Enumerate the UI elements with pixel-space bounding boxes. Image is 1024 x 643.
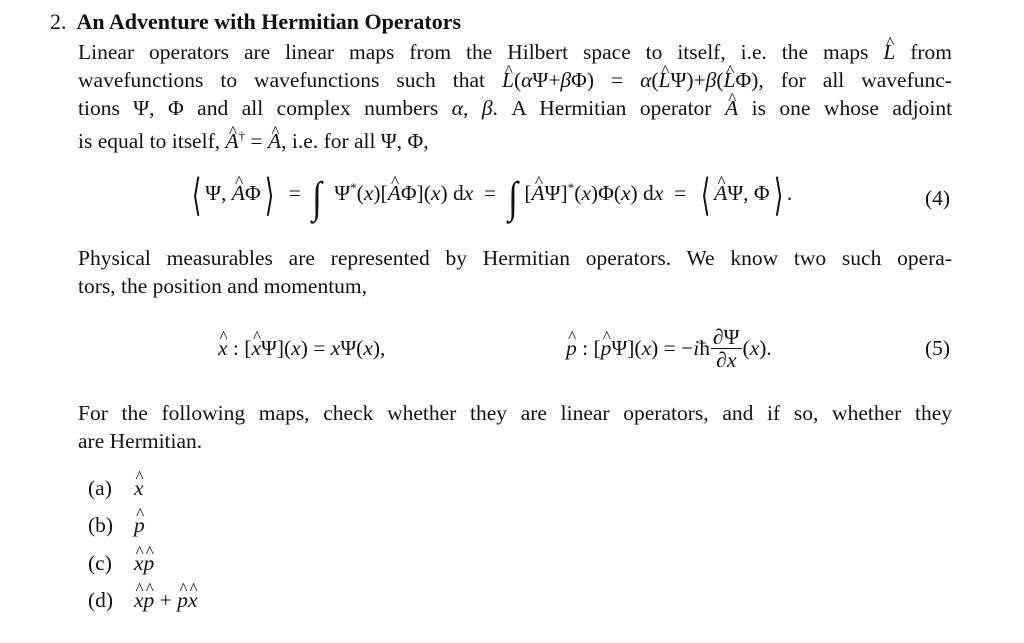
math-L-hat: L — [883, 40, 895, 64]
list-item-b: (b) p — [88, 513, 145, 538]
intro-paragraph: Linear operators are linear maps from th… — [78, 38, 952, 155]
item-expr-xp-plus-px: xp + px — [134, 588, 197, 612]
item-label: (c) — [88, 551, 112, 575]
equals-sign: = — [283, 181, 307, 205]
math-adjoint: A† = A — [226, 128, 282, 153]
left-angle-bracket: ⟨ — [191, 171, 202, 220]
measurables-line-2: tors, the position and momentum, — [78, 274, 368, 298]
measurables-line-1: Physical measurables are represented by … — [78, 246, 952, 270]
intro-line-1-tail: from — [910, 40, 953, 64]
eq4-term-3: [AΨ]*(x)Φ(x) dx — [524, 180, 663, 205]
right-angle-bracket: ⟩ — [264, 171, 274, 220]
intro-line-3-head: tions Ψ, Φ and all complex numbers — [78, 96, 439, 120]
intro-line-4: is equal to itself, A† = A, i.e. for all… — [78, 122, 952, 155]
item-label: (d) — [88, 588, 114, 612]
equation-5-momentum: p : [pΨ](x) = −iħ∂Ψ∂x(x). — [566, 326, 772, 371]
intro-line-4-head: is equal to itself, — [78, 129, 221, 154]
left-angle-bracket: ⟨ — [700, 171, 711, 220]
problem-number: 2. — [50, 9, 67, 34]
list-item-d: (d) xp + px — [88, 588, 197, 613]
equals-sign: = — [478, 181, 502, 205]
task-paragraph: For the following maps, check whether th… — [78, 399, 952, 455]
math-alpha-beta: α, β — [451, 96, 493, 120]
intro-line-1-text: Linear operators are linear maps from th… — [78, 40, 869, 64]
problem-heading: 2. An Adventure with Hermitian Operators — [50, 9, 461, 35]
problem-title: An Adventure with Hermitian Operators — [76, 9, 462, 34]
intro-line-3: tions Ψ, Φ and all complex numbers α, β.… — [78, 94, 952, 122]
item-expr-xp: xp — [134, 551, 154, 575]
intro-line-2: wavefunctions to wavefunctions such that… — [78, 66, 952, 94]
equation-4-tag: (4) — [925, 186, 951, 210]
intro-line-4-tail: , i.e. for all Ψ, Φ, — [281, 129, 429, 154]
intro-line-2-head: wavefunctions to wavefunctions such that — [78, 68, 485, 92]
equation-5-tag: (5) — [925, 336, 951, 360]
intro-line-2-tail: , for all wavefunc- — [758, 68, 952, 92]
list-item-c: (c) xp — [88, 551, 154, 576]
equation-5-position: x : [xΨ](x) = xΨ(x), — [218, 336, 385, 361]
integral-sign: ∫ — [508, 173, 518, 222]
eq4-term-1: Ψ, AΦ — [205, 181, 260, 205]
math-linearity: L(αΨ+βΦ) = α(LΨ)+β(LΦ) — [502, 68, 758, 92]
measurables-paragraph: Physical measurables are represented by … — [78, 244, 952, 300]
item-label: (a) — [88, 476, 112, 500]
item-expr-x-hat: x — [134, 476, 144, 500]
item-expr-p-hat: p — [134, 513, 145, 537]
intro-line-3-tail: is one whose adjoint — [751, 96, 953, 120]
equals-sign: = — [668, 181, 692, 205]
intro-line-1: Linear operators are linear maps from th… — [78, 38, 952, 66]
right-angle-bracket: ⟩ — [773, 171, 783, 220]
eq4-term-2: Ψ*(x)[AΦ](x) dx — [329, 180, 473, 205]
period: . — [786, 181, 793, 205]
task-line-2: are Hermitian. — [78, 429, 203, 453]
item-label: (b) — [88, 513, 114, 537]
equation-4: ⟨Ψ, AΦ⟩ = ∫ Ψ*(x)[AΦ](x) dx = ∫ [AΨ]*(x)… — [188, 174, 792, 220]
partial-derivative-fraction: ∂Ψ ∂x — [711, 325, 742, 372]
task-line-1: For the following maps, check whether th… — [78, 401, 952, 425]
list-item-a: (a) x — [88, 476, 144, 501]
eq4-term-4: AΨ, Φ — [714, 181, 769, 205]
math-A-hat: A — [725, 96, 738, 120]
integral-sign: ∫ — [312, 173, 323, 222]
intro-line-3-mid: . A Hermitian operator — [492, 96, 712, 120]
